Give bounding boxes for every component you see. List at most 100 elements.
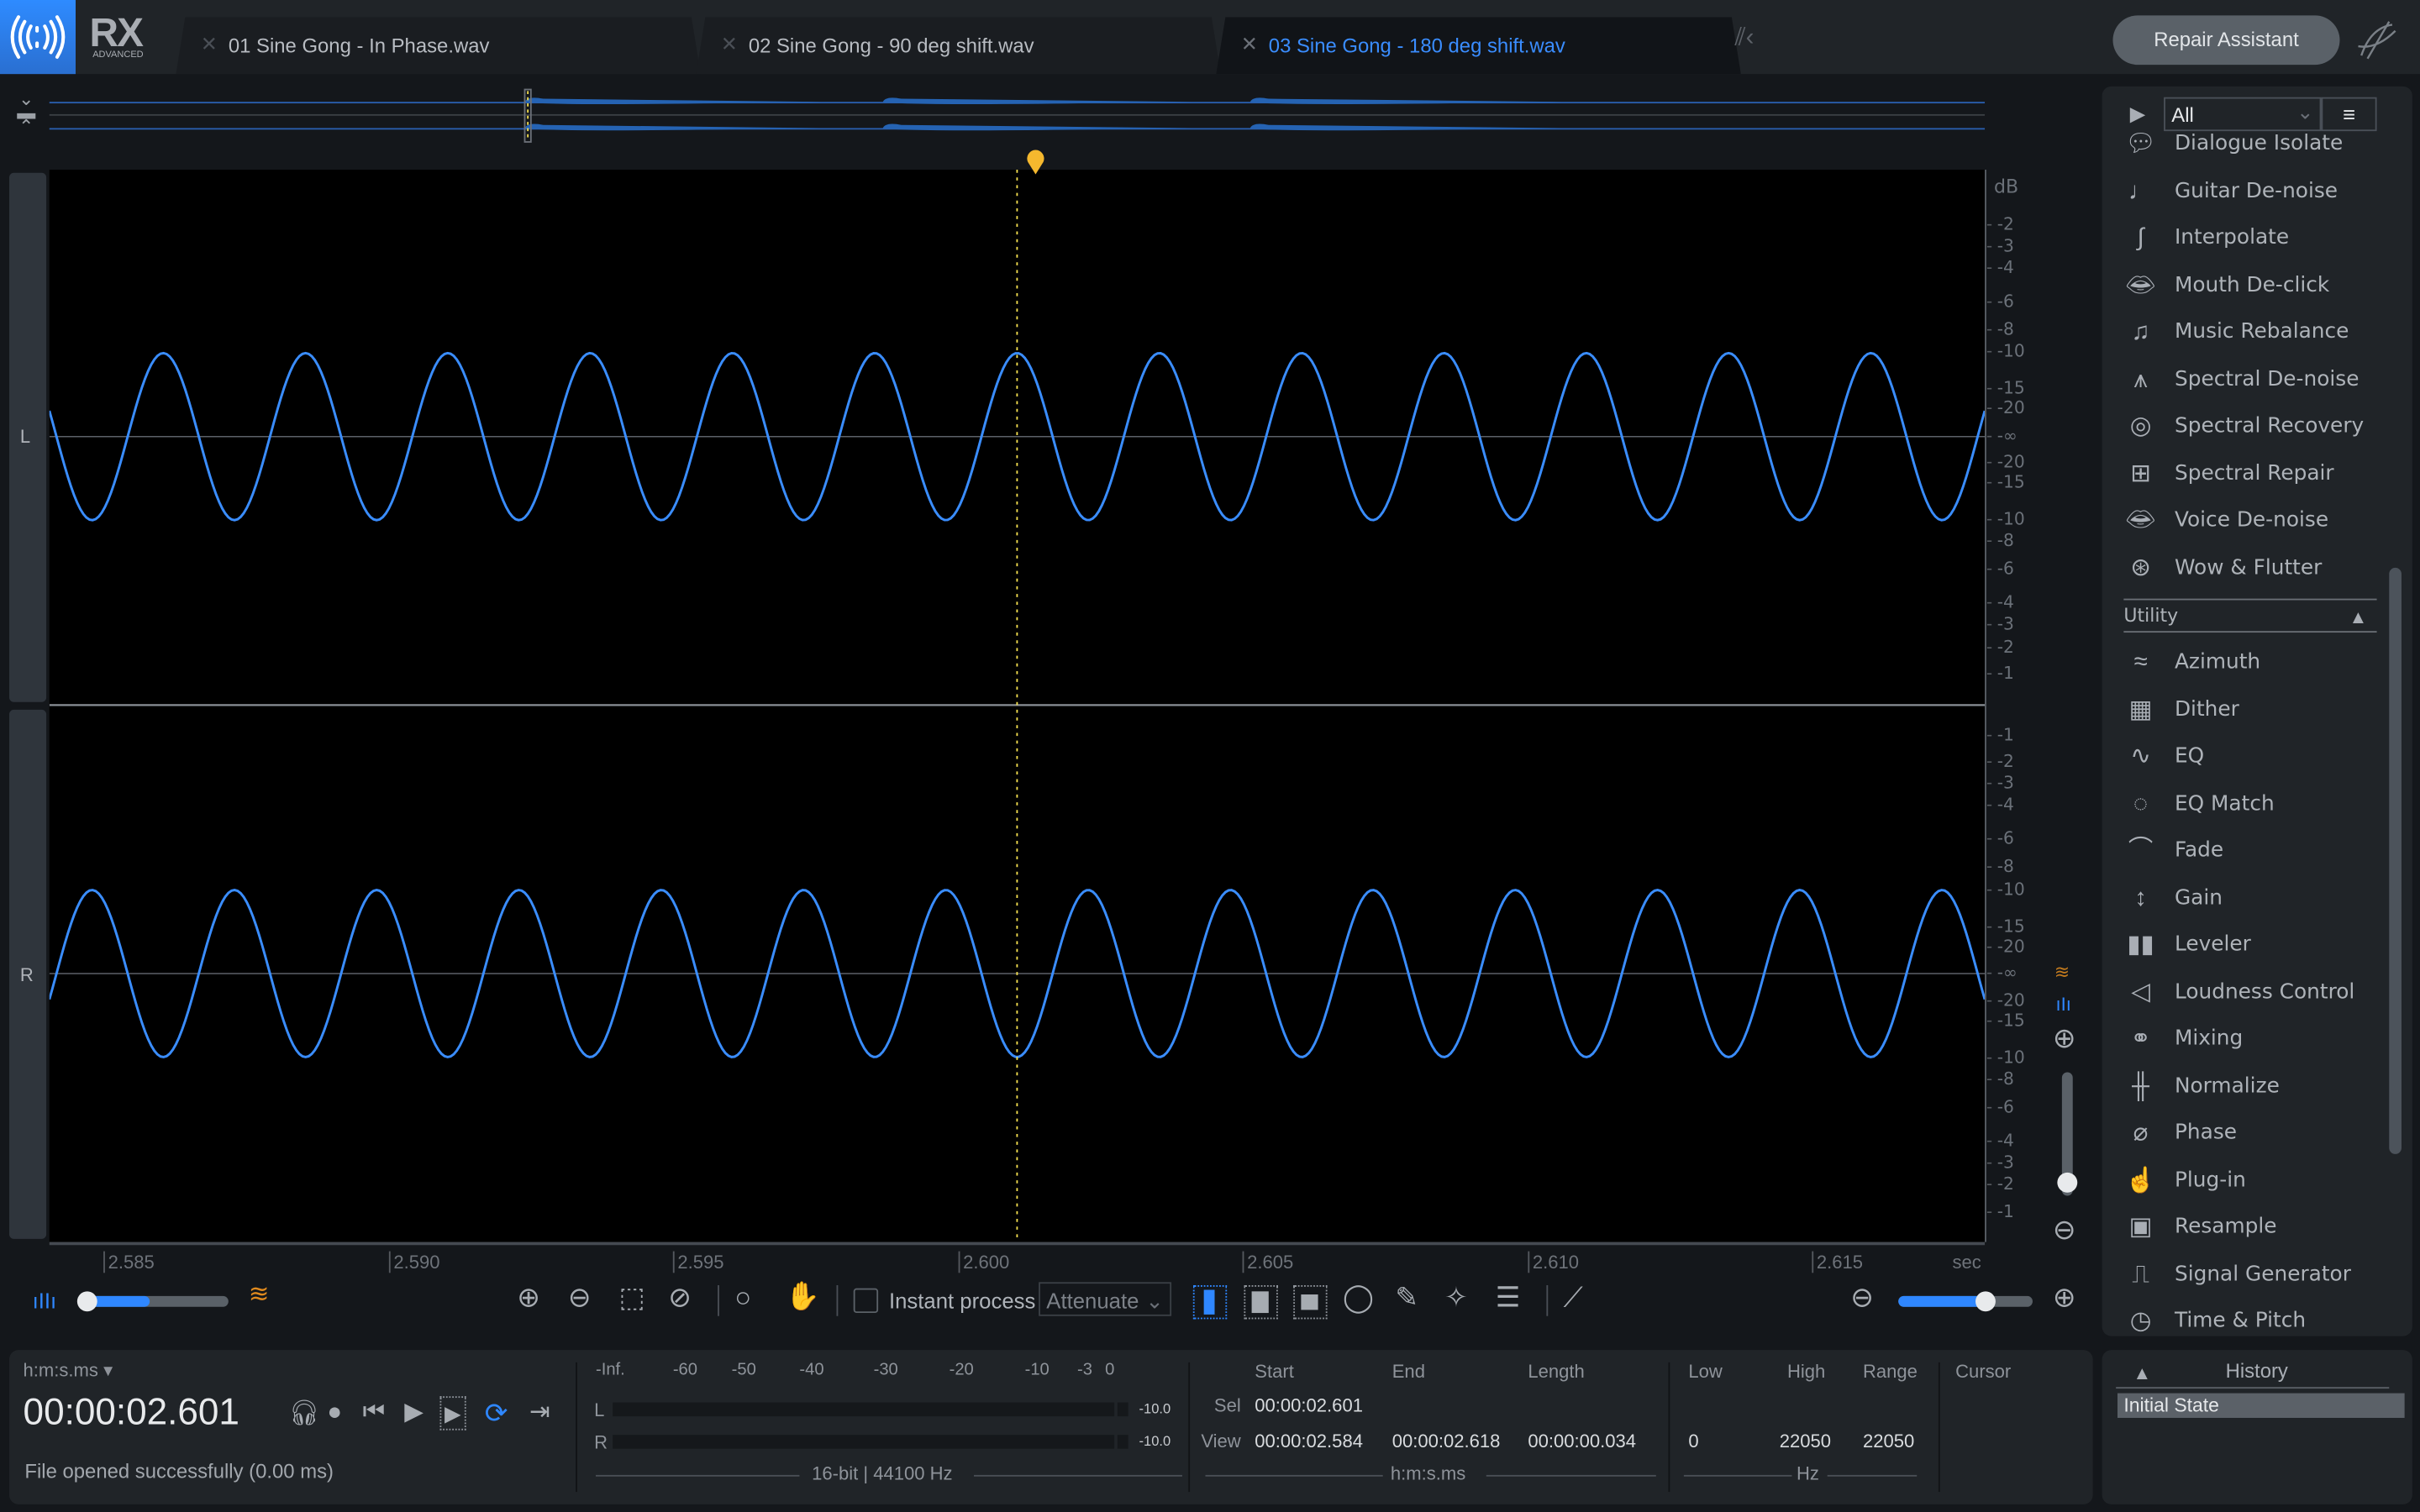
module-label: Mixing xyxy=(2174,1026,2244,1051)
loop-icon[interactable]: ⟳ xyxy=(485,1398,508,1429)
spectrogram-icon: ≋ xyxy=(248,1282,270,1309)
slider-knob[interactable] xyxy=(1975,1291,1996,1312)
tab-overflow-icon[interactable]: ⫽‹ xyxy=(1734,24,1754,52)
db-tick-label: -15 xyxy=(1986,378,2025,398)
waveform-display[interactable] xyxy=(49,170,1986,1242)
vertical-zoom-in-icon[interactable]: ⊕ xyxy=(2053,1023,2076,1054)
module-menu-button[interactable]: ≡ xyxy=(2321,97,2377,132)
repair-assistant-button[interactable]: Repair Assistant xyxy=(2112,15,2340,66)
db-tick-label: -1 xyxy=(1986,1202,2014,1222)
plus-box-icon: ⊞ xyxy=(2130,460,2151,487)
history-item[interactable]: Initial State xyxy=(2118,1393,2405,1418)
spectrogram-view-icon[interactable]: ≋ xyxy=(2054,957,2070,988)
lips-icon: 👄︎ xyxy=(2124,507,2157,534)
signal-chain-icon[interactable] xyxy=(2352,15,2402,69)
horizontal-zoom-in-icon[interactable]: ⊕ xyxy=(2053,1282,2076,1313)
zoom-tool-icon[interactable]: ○ xyxy=(734,1282,751,1313)
vertical-zoom-slider[interactable] xyxy=(2057,1072,2078,1196)
close-icon[interactable]: ✕ xyxy=(201,33,218,57)
db-tick-label: -20 xyxy=(1986,937,2025,957)
playhead-marker-icon[interactable] xyxy=(1026,150,1044,179)
tab-label: 03 Sine Gong - 180 deg shift.wav xyxy=(1268,34,1565,57)
col-header-range: Range xyxy=(1862,1361,1918,1383)
sel-start-field[interactable]: 00:00:02.601 xyxy=(1255,1394,1363,1416)
zoom-in-icon[interactable]: ⊕ xyxy=(517,1282,540,1313)
view-start-field[interactable]: 00:00:02.584 xyxy=(1255,1431,1363,1452)
close-icon[interactable]: ✕ xyxy=(1241,33,1258,57)
view-length-field[interactable]: 00:00:00.034 xyxy=(1528,1431,1636,1452)
zoom-selection-icon[interactable]: ⬚ xyxy=(619,1282,645,1313)
meter-right-clip[interactable] xyxy=(1117,1435,1128,1449)
time-selection-tool-icon[interactable] xyxy=(1192,1285,1228,1320)
izotope-logo-icon[interactable] xyxy=(0,0,76,75)
tab-file-01[interactable]: ✕ 01 Sine Gong - In Phase.wav xyxy=(176,17,700,74)
horizontal-zoom-slider[interactable] xyxy=(1898,1291,2033,1312)
view-low-field[interactable]: 0 xyxy=(1688,1431,1698,1452)
meter-scale-label: -60 xyxy=(672,1361,698,1380)
skip-to-start-icon[interactable]: ⏮︎ xyxy=(363,1398,385,1429)
time-format-select[interactable]: h:m:s.ms ▾ xyxy=(24,1359,113,1381)
time-ruler[interactable]: 2.585 2.590 2.595 2.600 2.605 2.610 2.61… xyxy=(49,1242,1986,1279)
volume-envelope-icon[interactable]: ⟋ xyxy=(1564,1282,1583,1313)
waveform-spectrogram-slider[interactable] xyxy=(76,1291,229,1312)
instant-process-mode-select[interactable]: Attenuate ⌄ xyxy=(1039,1282,1172,1316)
horizontal-zoom-out-icon[interactable]: ⊖ xyxy=(1850,1282,1874,1313)
slider-knob[interactable] xyxy=(76,1291,97,1312)
play-to-end-icon[interactable]: ⇥ xyxy=(529,1398,550,1429)
view-high-field[interactable]: 22050 xyxy=(1780,1431,1831,1452)
view-range-field[interactable]: 22050 xyxy=(1863,1431,1914,1452)
meter-left-clip[interactable] xyxy=(1117,1402,1128,1417)
zoom-fit-icon[interactable]: ⊘ xyxy=(668,1282,692,1313)
waveform-view-icon[interactable]: ıIı xyxy=(2056,989,2071,1020)
record-icon[interactable]: ● xyxy=(327,1398,342,1429)
db-tick-label: -2 xyxy=(1986,214,2014,234)
meter-scale-label: 0 xyxy=(1105,1361,1115,1380)
tab-file-02[interactable]: ✕ 02 Sine Gong - 90 deg shift.wav xyxy=(696,17,1220,74)
headphones-monitor-icon[interactable]: 🎧︎ xyxy=(288,1399,319,1431)
vertical-zoom-knob[interactable] xyxy=(2057,1172,2078,1193)
amplitude-scale[interactable]: dB -2-3-4-6-8-10-15-20-∞-20-15-10-8-6-4-… xyxy=(1985,170,2053,1242)
waveform-canvas[interactable] xyxy=(49,170,1986,1242)
play-module-chain-icon[interactable]: ▶ xyxy=(2130,102,2145,126)
meter-scale-label: -20 xyxy=(949,1361,974,1380)
db-tick-label: -3 xyxy=(1986,236,2014,256)
db-tick-label: -3 xyxy=(1986,614,2014,634)
utility-section-header[interactable]: Utility xyxy=(2123,605,2178,627)
reel-icon: ⊛ xyxy=(2130,554,2151,581)
collapse-section-icon[interactable]: ▲ xyxy=(2349,606,2368,628)
module-list-scrollbar[interactable] xyxy=(2389,567,2402,1154)
magic-wand-icon[interactable]: ✧ xyxy=(1444,1282,1468,1313)
lasso-tool-icon[interactable]: ◯ xyxy=(1343,1282,1374,1313)
overview-envelopes xyxy=(523,88,1562,143)
hand-tool-icon[interactable]: ✋ xyxy=(786,1280,820,1311)
close-icon[interactable]: ✕ xyxy=(721,33,738,57)
module-label: Guitar De-noise xyxy=(2174,178,2338,203)
row-label-sel: Sel xyxy=(1213,1394,1241,1417)
db-tick-label: -6 xyxy=(1986,1097,2014,1117)
play-icon[interactable]: ▶ xyxy=(404,1398,424,1429)
collapse-overview-icon[interactable]: ⌄ ▬ ⌃ xyxy=(14,90,39,136)
collapse-history-icon[interactable]: ▲ xyxy=(2133,1362,2151,1384)
db-tick-label: -4 xyxy=(1986,795,2014,815)
divider xyxy=(2123,631,2377,633)
tab-label: 02 Sine Gong - 90 deg shift.wav xyxy=(748,34,1034,57)
frequency-selection-tool-icon[interactable] xyxy=(1293,1285,1328,1320)
play-selection-icon[interactable]: ▶ xyxy=(439,1396,466,1431)
zoom-out-icon[interactable]: ⊖ xyxy=(568,1282,592,1313)
harmonic-selection-icon[interactable]: ☰ xyxy=(1496,1282,1521,1313)
eq-curve-icon: ∿ xyxy=(2130,743,2151,770)
db-tick-label: -2 xyxy=(1986,1174,2014,1194)
module-label: Gain xyxy=(2174,885,2223,910)
rx-app-window: RX ADVANCED ✕ 01 Sine Gong - In Phase.wa… xyxy=(0,0,2420,1512)
instant-process-checkbox[interactable] xyxy=(853,1288,879,1314)
overview-waveform[interactable] xyxy=(49,87,1986,148)
vertical-zoom-out-icon[interactable]: ⊖ xyxy=(2053,1215,2076,1246)
module-label: Leveler xyxy=(2174,932,2251,957)
tab-file-03[interactable]: ✕ 03 Sine Gong - 180 deg shift.wav xyxy=(1216,17,1740,74)
view-end-field[interactable]: 00:00:02.618 xyxy=(1392,1431,1501,1452)
brush-tool-icon[interactable]: ✎ xyxy=(1395,1282,1418,1313)
time-frequency-selection-tool-icon[interactable] xyxy=(1244,1285,1278,1320)
freq-unit-label: Hz xyxy=(1796,1462,1819,1484)
module-filter-select[interactable]: All ⌄ xyxy=(2164,97,2322,132)
module-label: Voice De-noise xyxy=(2174,507,2329,533)
